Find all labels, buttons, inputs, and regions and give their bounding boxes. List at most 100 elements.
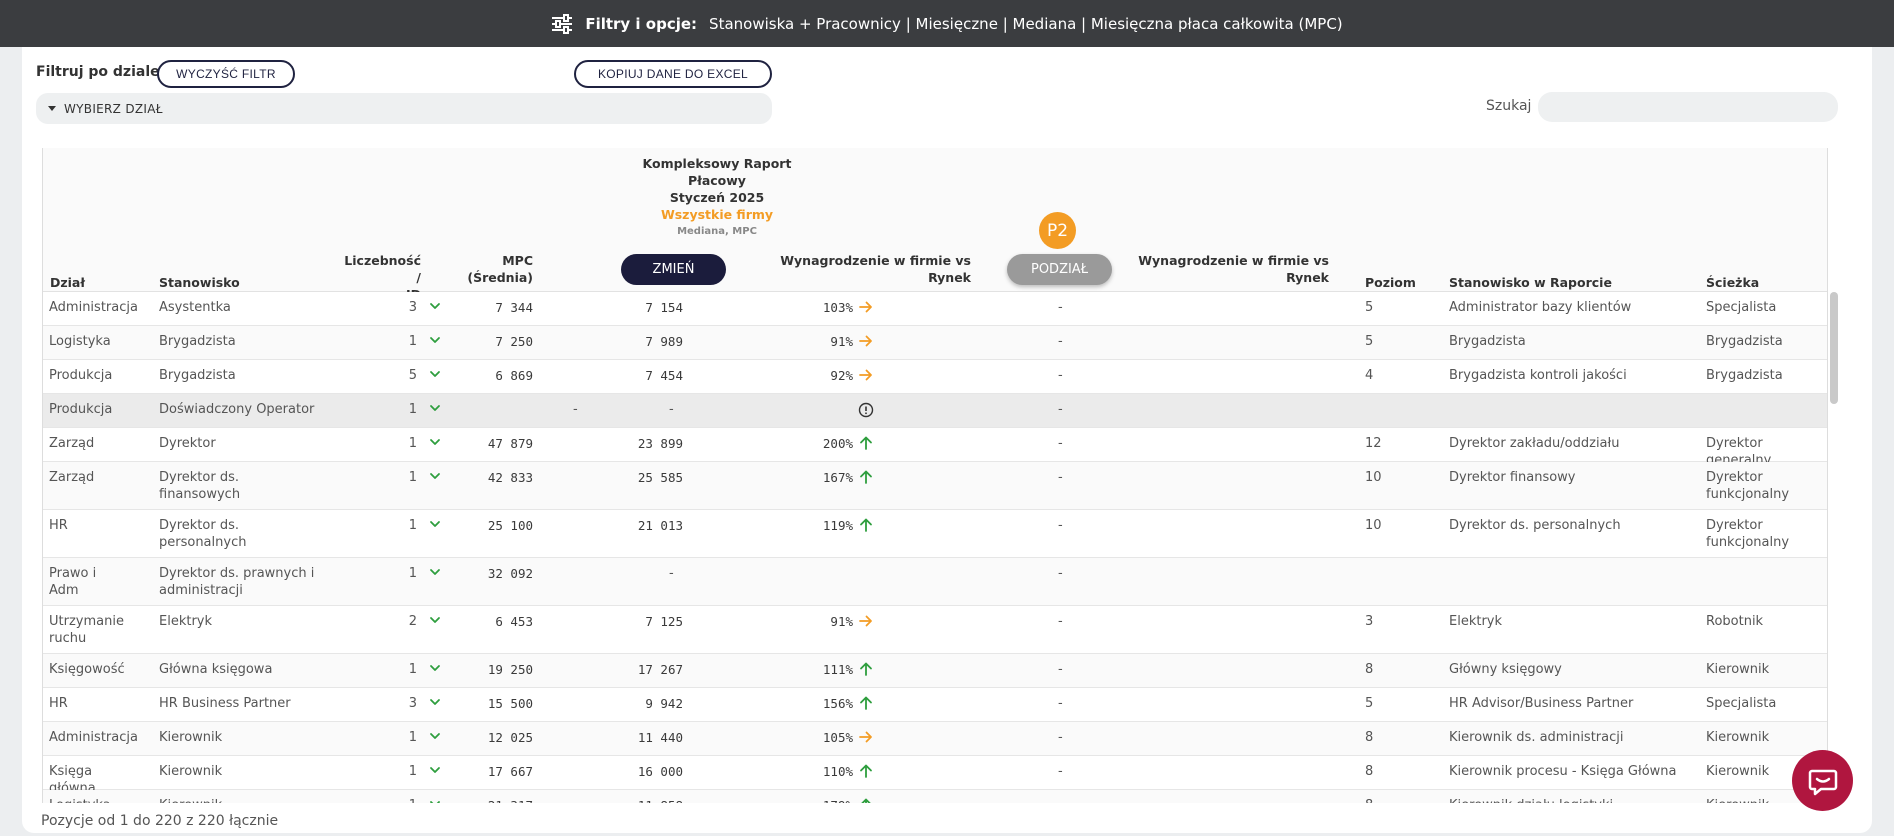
clear-filter-button[interactable]: WYCZYŚĆ FILTR bbox=[157, 60, 295, 88]
table-row[interactable]: Zarząd Dyrektor 1 47 879 23 899 200% - 12 Dyrekt… bbox=[43, 428, 1827, 468]
cell-p2: - bbox=[1058, 764, 1063, 779]
col-sciezka[interactable]: Ścieżka bbox=[1706, 274, 1759, 291]
cell-stanowisko: Dyrektor bbox=[159, 436, 216, 451]
info-circle-icon[interactable] bbox=[858, 402, 874, 418]
cell-dzial: Produkcja bbox=[49, 368, 113, 383]
cell-stanowisko: Asystentka bbox=[159, 300, 231, 315]
cell-poziom: 5 bbox=[1365, 696, 1374, 711]
arrow-right-icon bbox=[859, 731, 872, 743]
table-row[interactable]: HR HR Business Partner 3 15 500 9 942 156% - 5 H… bbox=[43, 688, 1827, 722]
podzial-button[interactable]: PODZIAŁ bbox=[1007, 254, 1112, 285]
department-select[interactable]: WYBIERZ DZIAŁ bbox=[36, 93, 772, 124]
table-row[interactable]: Logistyka Brygadzista 1 7 250 7 989 91% - 5 Bryg… bbox=[43, 326, 1827, 360]
col-mpc[interactable]: MPC (Średnia) bbox=[463, 252, 533, 286]
cell-stanowisko-raport: Dyrektor zakładu/oddziału bbox=[1449, 436, 1620, 451]
cell-count[interactable]: 1 bbox=[373, 797, 417, 803]
cell-rynek: 16 000 bbox=[637, 764, 683, 779]
table-row[interactable]: Prawo i Adm Dyrektor ds. prawnych i admin… bbox=[43, 558, 1827, 606]
cell-count[interactable]: 2 bbox=[373, 613, 417, 630]
cell-pct: 111% bbox=[822, 662, 853, 677]
cell-count[interactable]: 1 bbox=[373, 565, 417, 582]
chevron-down-icon[interactable] bbox=[429, 566, 441, 578]
cell-sciezka: Kierownik bbox=[1706, 730, 1770, 745]
col-stanowisko-w-raporcie[interactable]: Stanowisko w Raporcie bbox=[1449, 274, 1612, 291]
chevron-down-icon[interactable] bbox=[429, 300, 441, 312]
chevron-down-icon[interactable] bbox=[429, 436, 441, 448]
cell-pct: 103% bbox=[822, 300, 853, 315]
search-label: Szukaj bbox=[1486, 98, 1532, 114]
col-dzial[interactable]: Dział bbox=[50, 274, 85, 291]
cell-stanowisko: Brygadzista bbox=[159, 368, 236, 383]
report-title: Kompleksowy Raport Płacowy Styczeń 2025 bbox=[642, 156, 792, 205]
table-row[interactable]: HR Dyrektor ds. personalnych 1 25 100 21 013… bbox=[43, 510, 1827, 558]
table-row[interactable]: Produkcja Doświadczony Operator 1 - - - bbox=[43, 394, 1827, 428]
filter-options-bar[interactable]: Filtry i opcje: Stanowiska + Pracownicy … bbox=[0, 0, 1894, 47]
cell-count[interactable]: 1 bbox=[373, 729, 417, 746]
cell-pct: 119% bbox=[822, 518, 853, 533]
cell-poziom: 5 bbox=[1365, 334, 1374, 349]
cell-count[interactable]: 1 bbox=[373, 435, 417, 452]
cell-count[interactable]: 1 bbox=[373, 763, 417, 780]
cell-count[interactable]: 3 bbox=[373, 695, 417, 712]
arrow-up-icon bbox=[860, 662, 872, 676]
cell-stanowisko-raport: Kierownik działu logistyki bbox=[1449, 797, 1699, 803]
table-scrollbar[interactable] bbox=[1830, 292, 1838, 404]
cell-p2: - bbox=[1058, 402, 1063, 417]
cell-dzial: Zarząd bbox=[49, 470, 95, 485]
cell-stanowisko-raport: Główny księgowy bbox=[1449, 662, 1562, 677]
cell-p2: - bbox=[1058, 300, 1063, 315]
table-row[interactable]: Produkcja Brygadzista 5 6 869 7 454 92% - 4 Bryg… bbox=[43, 360, 1827, 394]
chevron-down-icon[interactable] bbox=[429, 368, 441, 380]
cell-stanowisko: Główna księgowa bbox=[159, 662, 273, 677]
cell-pct: 91% bbox=[830, 614, 853, 629]
chevron-down-icon[interactable] bbox=[429, 730, 441, 742]
chevron-down-icon[interactable] bbox=[429, 798, 441, 803]
table-row[interactable]: Zarząd Dyrektor ds. finansowych 1 42 833 25 … bbox=[43, 462, 1827, 510]
cell-rynek: 7 154 bbox=[645, 300, 683, 315]
cell-dzial: Prawo i Adm bbox=[49, 566, 97, 598]
cell-count[interactable]: 3 bbox=[373, 299, 417, 316]
cell-stanowisko: Dyrektor ds. finansowych bbox=[159, 470, 241, 502]
cell-rynek: 23 899 bbox=[637, 436, 683, 451]
chevron-down-icon[interactable] bbox=[429, 614, 441, 626]
table-row[interactable]: Administracja Kierownik 1 12 025 11 440 105% -… bbox=[43, 722, 1827, 756]
change-report-button[interactable]: ZMIEŃ bbox=[621, 254, 726, 285]
cell-count[interactable]: 1 bbox=[373, 333, 417, 350]
copy-to-excel-button[interactable]: KOPIUJ DANE DO EXCEL bbox=[574, 60, 772, 88]
cell-p2: - bbox=[1058, 614, 1063, 629]
chevron-down-icon[interactable] bbox=[429, 470, 441, 482]
col-stanowisko[interactable]: Stanowisko bbox=[159, 274, 240, 291]
cell-count[interactable]: 1 bbox=[373, 401, 417, 418]
arrow-right-icon bbox=[859, 615, 872, 627]
cell-count[interactable]: 1 bbox=[373, 517, 417, 534]
cell-mpc: 6 453 bbox=[495, 614, 533, 629]
chat-button[interactable] bbox=[1792, 750, 1853, 811]
cell-mpc: 25 100 bbox=[487, 518, 533, 533]
col-wynagrodzenie-vs-rynek-2[interactable]: Wynagrodzenie w firmie vs Rynek bbox=[1103, 252, 1329, 286]
table-row[interactable]: Administracja Asystentka 3 7 344 7 154 103% - 5… bbox=[43, 292, 1827, 326]
cell-count[interactable]: 5 bbox=[373, 367, 417, 384]
chevron-down-icon[interactable] bbox=[429, 518, 441, 530]
cell-count[interactable]: 1 bbox=[373, 469, 417, 486]
arrow-right-icon bbox=[859, 301, 872, 313]
table-row[interactable]: Utrzymanie ruchu Elektryk 2 6 453 7 125 91% - 3… bbox=[43, 606, 1827, 654]
chevron-down-icon[interactable] bbox=[429, 662, 441, 674]
table-row[interactable]: Księga główna Kierownik 1 17 667 16 000 110% -… bbox=[43, 756, 1827, 796]
chevron-down-icon[interactable] bbox=[429, 402, 441, 414]
cell-count[interactable]: 1 bbox=[373, 661, 417, 678]
cell-pct: 200% bbox=[822, 436, 853, 451]
cell-rynek: - bbox=[669, 566, 674, 581]
cell-rynek: 25 585 bbox=[637, 470, 683, 485]
sliders-icon bbox=[552, 13, 573, 34]
col-wynagrodzenie-vs-rynek[interactable]: Wynagrodzenie w firmie vs Rynek bbox=[743, 252, 971, 286]
col-poziom[interactable]: Poziom bbox=[1365, 274, 1416, 291]
table-row[interactable]: Logistyka Kierownik 1 21 317 11 858 179% - 8 Kie… bbox=[43, 790, 1827, 803]
table-row[interactable]: Księgowość Główna księgowa 1 19 250 17 267 11… bbox=[43, 654, 1827, 688]
cell-stanowisko: Dyrektor ds. prawnych i administracji bbox=[159, 566, 315, 598]
cell-rynek: 11 858 bbox=[583, 797, 683, 803]
cell-mpc: 17 667 bbox=[487, 764, 533, 779]
chevron-down-icon[interactable] bbox=[429, 696, 441, 708]
search-input[interactable] bbox=[1538, 92, 1838, 122]
chevron-down-icon[interactable] bbox=[429, 764, 441, 776]
chevron-down-icon[interactable] bbox=[429, 334, 441, 346]
